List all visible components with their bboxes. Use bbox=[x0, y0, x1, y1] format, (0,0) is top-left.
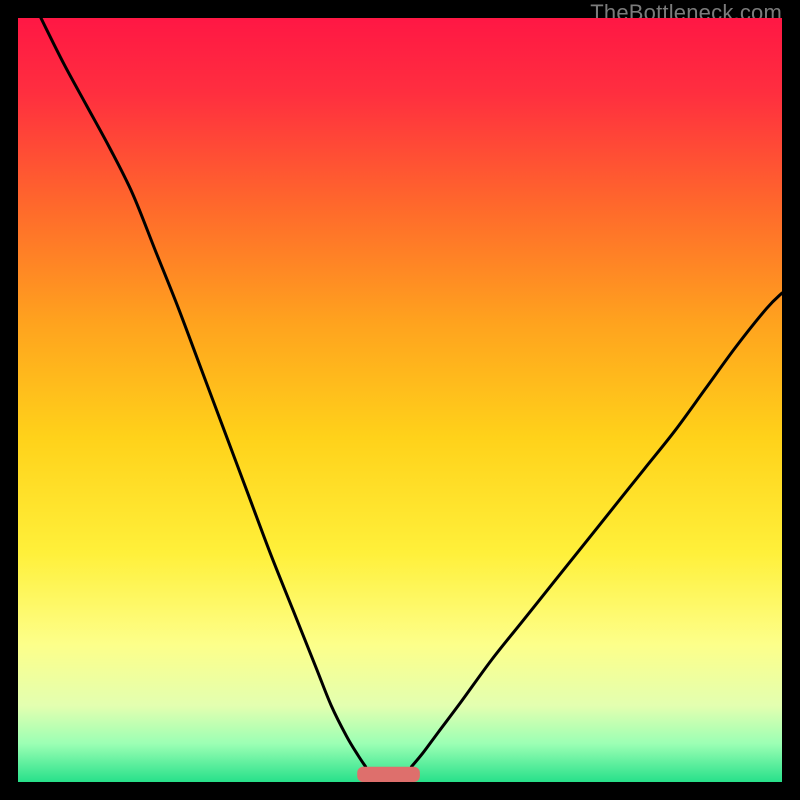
chart-background bbox=[18, 18, 782, 782]
bottleneck-chart bbox=[18, 18, 782, 782]
optimal-marker bbox=[357, 767, 420, 782]
chart-frame bbox=[18, 18, 782, 782]
